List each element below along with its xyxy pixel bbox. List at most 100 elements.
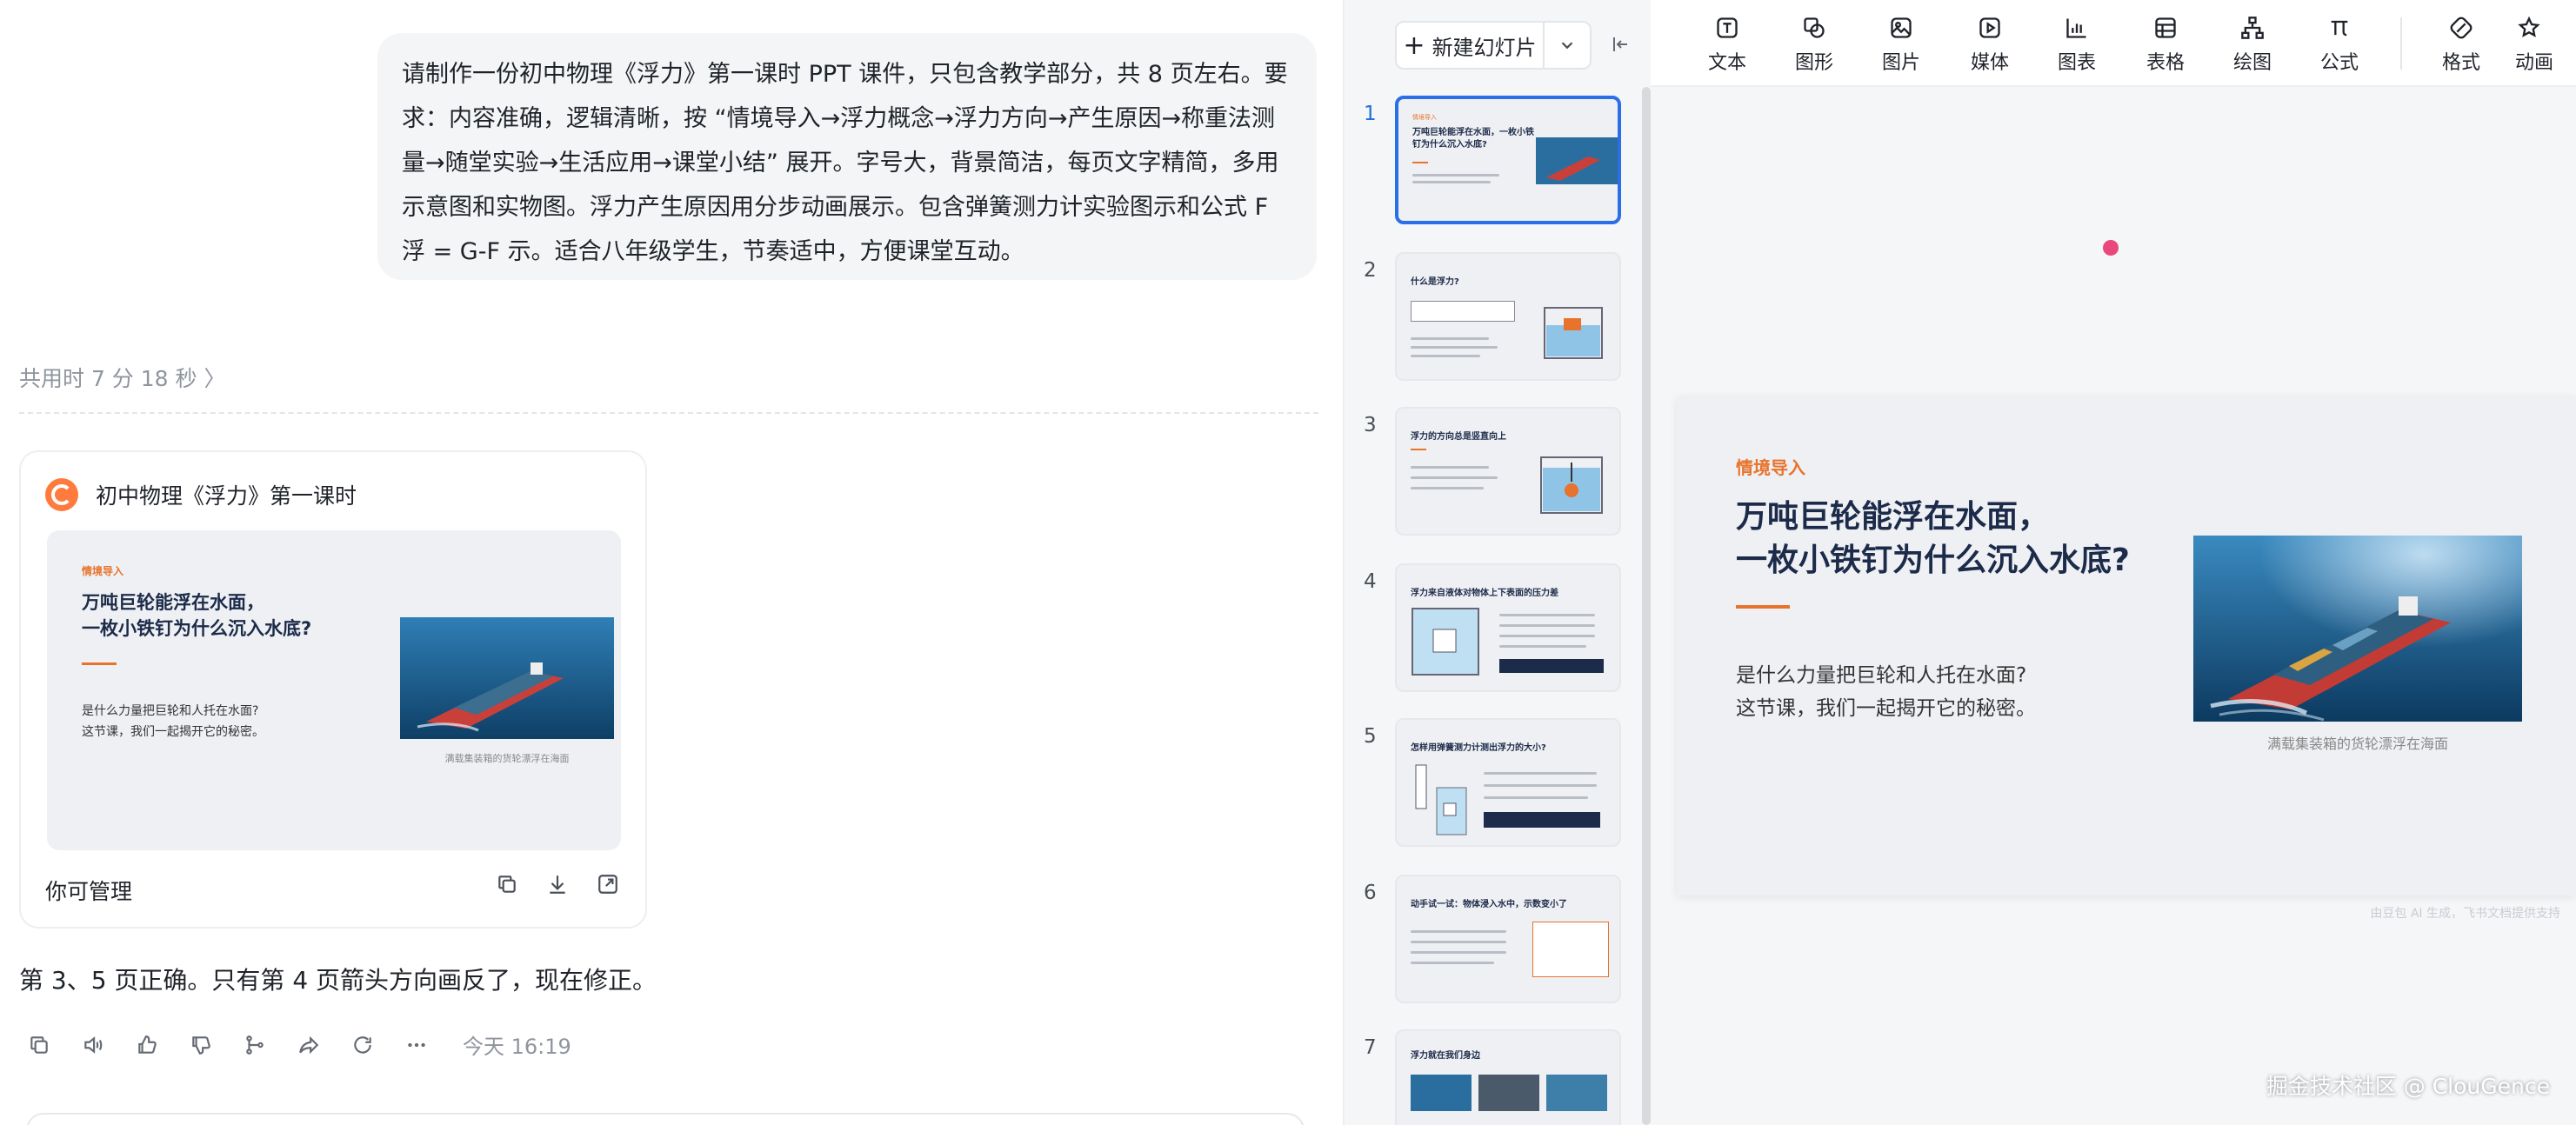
generation-note: 由豆包 AI 生成，飞书文档提供支持	[2370, 907, 2560, 921]
thumbnail-preview[interactable]: 动手试一试：物体浸入水中，示数变小了	[1395, 875, 1621, 1003]
copy-icon[interactable]	[494, 871, 520, 897]
thumb-tag: 情境导入	[1412, 114, 1437, 121]
diagram-icon	[2239, 14, 2266, 42]
card-header: 初中物理《浮力》第一课时	[45, 478, 357, 511]
thumbs-up-icon[interactable]	[134, 1032, 160, 1058]
thumbnail-scrollbar[interactable]	[1642, 87, 1651, 1125]
thumbnail-number: 2	[1364, 259, 1377, 282]
thumb-title: 万吨巨轮能浮在水面，一枚小铁钉为什么沉入水底?	[1412, 128, 1534, 150]
thumb-text-line	[1411, 466, 1489, 469]
thumb-note-box	[1532, 922, 1609, 977]
open-external-icon[interactable]	[595, 871, 621, 897]
insert-toolbar: 文本 图形 图片 媒体 图表 表格 绘图 公式 格式 动画	[1651, 0, 2576, 87]
toolbar-media-button[interactable]: 媒体	[1955, 14, 2025, 75]
ppt-result-card[interactable]: 初中物理《浮力》第一课时 情境导入 万吨巨轮能浮在水面， 一枚小铁钉为什么沉入水…	[19, 450, 647, 929]
thumbs-down-icon[interactable]	[188, 1032, 214, 1058]
thumbnail-slide-1[interactable]: 1 情境导入 万吨巨轮能浮在水面，一枚小铁钉为什么沉入水底?	[1345, 96, 1640, 235]
thumbnail-slide-7[interactable]: 7 浮力就在我们身边	[1345, 1029, 1640, 1125]
thumb-title: 动手试一试：物体浸入水中，示数变小了	[1411, 900, 1567, 909]
toolbar-diagram-button[interactable]: 绘图	[2218, 14, 2287, 75]
toolbar-shape-button[interactable]: 图形	[1779, 14, 1849, 75]
buoyancy-direction-diagram	[1540, 456, 1603, 514]
thumb-text-line	[1411, 337, 1489, 340]
download-icon[interactable]	[544, 871, 571, 897]
slide-canvas[interactable]: 情境导入 万吨巨轮能浮在水面， 一枚小铁钉为什么沉入水底? 是什么力量把巨轮和人…	[1677, 396, 2576, 895]
thumb-text-line	[1411, 941, 1506, 943]
chat-panel: 请制作一份初中物理《浮力》第一课时 PPT 课件，只包含教学部分，共 8 页左右…	[0, 0, 1343, 1125]
thumb-text-line	[1499, 635, 1595, 637]
thumbnail-slide-6[interactable]: 6 动手试一试：物体浸入水中，示数变小了	[1345, 875, 1640, 1014]
manage-label: 你可管理	[45, 879, 133, 904]
message-actions: 今天 16:19	[26, 1029, 571, 1060]
format-icon	[2447, 14, 2475, 42]
regenerate-icon[interactable]	[350, 1032, 376, 1058]
toolbar-image-button[interactable]: 图片	[1866, 14, 1936, 75]
table-icon	[2152, 14, 2179, 42]
chart-icon	[2063, 14, 2091, 42]
thumb-text-line	[1499, 614, 1595, 616]
formula-icon	[2326, 14, 2353, 42]
thumb-title: 怎样用弹簧测力计测出浮力的大小?	[1411, 743, 1546, 753]
thumb-text-line	[1411, 930, 1506, 933]
thumb-photo	[1478, 1075, 1539, 1111]
thumb-formula-box	[1499, 659, 1604, 673]
toolbar-table-button[interactable]: 表格	[2131, 14, 2200, 75]
preview-accent-line	[82, 662, 117, 665]
assistant-reply: 第 3、5 页正确。只有第 4 页箭头方向画反了，现在修正。	[19, 966, 657, 995]
slide-tag[interactable]: 情境导入	[1736, 454, 1805, 479]
toolbar-formula-button[interactable]: 公式	[2305, 14, 2374, 75]
toolbar-animation-button[interactable]: 动画	[2515, 14, 2576, 75]
slide-editor: 文本 图形 图片 媒体 图表 表格 绘图 公式 格式 动画 情境导入 万吨巨轮能…	[1651, 0, 2576, 1125]
thumb-text-line	[1411, 962, 1494, 964]
share-icon[interactable]	[296, 1032, 322, 1058]
new-slide-dropdown[interactable]	[1545, 23, 1590, 68]
ship-image[interactable]	[2193, 536, 2522, 722]
card-slide-preview[interactable]: 情境导入 万吨巨轮能浮在水面， 一枚小铁钉为什么沉入水底? 是什么力量把巨轮和人…	[47, 530, 621, 850]
thumbnail-preview[interactable]: 浮力的方向总是竖直向上	[1395, 407, 1621, 536]
thumbnail-slide-5[interactable]: 5 怎样用弹簧测力计测出浮力的大小?	[1345, 718, 1640, 857]
preview-body: 是什么力量把巨轮和人托在水面? 这节课，我们一起揭开它的秘密。	[82, 704, 264, 739]
speaker-icon[interactable]	[80, 1032, 106, 1058]
thumbnail-preview[interactable]: 浮力来自液体对物体上下表面的压力差	[1395, 563, 1621, 692]
new-slide-button[interactable]: + 新建幻灯片	[1395, 21, 1592, 70]
plus-icon: +	[1403, 30, 1425, 61]
more-icon[interactable]	[404, 1032, 430, 1058]
chat-input-box[interactable]	[26, 1113, 1305, 1125]
elapsed-time-toggle[interactable]: 共用时 7 分 18 秒 〉	[19, 362, 225, 393]
slide-image-caption[interactable]: 满载集装箱的货轮漂浮在海面	[2193, 732, 2522, 753]
animation-icon	[2515, 14, 2543, 42]
thumbnail-number: 3	[1364, 414, 1377, 436]
toolbar-format-button[interactable]: 格式	[2426, 14, 2496, 75]
slide-thumbnail-panel: + 新建幻灯片 1 情境导入 万吨巨轮能浮在水面，一枚小铁钉为什么沉入水底? 2…	[1343, 0, 1651, 1125]
slide-body-text[interactable]: 是什么力量把巨轮和人托在水面? 这节课，我们一起揭开它的秘密。	[1736, 659, 2036, 725]
watermark: 掘金技术社区 @ ClouGence	[2266, 1074, 2550, 1099]
thumb-text-line	[1499, 645, 1586, 648]
media-icon	[1976, 14, 2004, 42]
thumbnail-preview[interactable]: 什么是浮力?	[1395, 252, 1621, 381]
copy-icon[interactable]	[26, 1032, 52, 1058]
branch-icon[interactable]	[242, 1032, 268, 1058]
collapse-panel-icon[interactable]	[1607, 31, 1633, 57]
thumbnail-preview[interactable]: 浮力就在我们身边	[1395, 1029, 1621, 1125]
thumb-text-line	[1484, 784, 1597, 787]
pressure-difference-diagram	[1411, 608, 1479, 676]
thumbnail-slide-4[interactable]: 4 浮力来自液体对物体上下表面的压力差	[1345, 563, 1640, 702]
slide-accent-line	[1736, 605, 1790, 609]
thumb-title: 浮力来自液体对物体上下表面的压力差	[1411, 589, 1558, 598]
thumbnail-slide-2[interactable]: 2 什么是浮力?	[1345, 252, 1640, 391]
toolbar-chart-button[interactable]: 图表	[2042, 14, 2112, 75]
thumb-text-line	[1411, 951, 1506, 954]
spring-scale-diagram	[1415, 764, 1467, 835]
toolbar-text-button[interactable]: 文本	[1692, 14, 1762, 75]
divider	[19, 412, 1318, 414]
thumb-text-line	[1499, 624, 1595, 627]
message-time: 今天 16:19	[463, 1035, 571, 1059]
thumbnail-preview[interactable]: 怎样用弹簧测力计测出浮力的大小?	[1395, 718, 1621, 847]
thumb-text-line	[1411, 346, 1498, 349]
card-actions	[494, 871, 621, 897]
new-slide-main[interactable]: + 新建幻灯片	[1397, 23, 1545, 68]
thumbnail-slide-3[interactable]: 3 浮力的方向总是竖直向上	[1345, 407, 1640, 546]
thumbnail-preview[interactable]: 情境导入 万吨巨轮能浮在水面，一枚小铁钉为什么沉入水底?	[1395, 96, 1621, 224]
preview-caption: 满载集装箱的货轮漂浮在海面	[444, 753, 570, 764]
slide-title[interactable]: 万吨巨轮能浮在水面， 一枚小铁钉为什么沉入水底?	[1736, 496, 2188, 582]
